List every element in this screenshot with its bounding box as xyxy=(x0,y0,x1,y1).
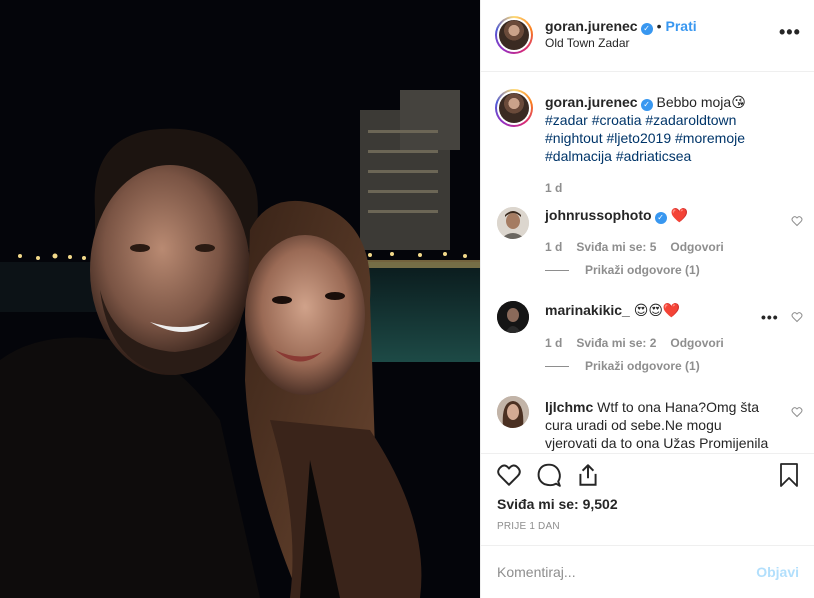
comment-likes[interactable]: Sviđa mi se: 2 xyxy=(576,336,656,350)
post-header: goran.jurenec ✓ • Prati Old Town Zadar ••• xyxy=(481,0,814,72)
location-link[interactable]: Old Town Zadar xyxy=(545,36,630,50)
separator-dot: • xyxy=(656,18,662,34)
like-heart-icon[interactable] xyxy=(496,462,522,488)
reply-button[interactable]: Odgovori xyxy=(670,336,723,350)
save-bookmark-icon[interactable] xyxy=(777,462,801,488)
verified-badge-icon: ✓ xyxy=(640,99,653,111)
like-comment-heart-icon[interactable] xyxy=(791,311,803,323)
comment-meta: 1 d Sviđa mi se: 2 Odgovori xyxy=(545,336,738,350)
comment-username[interactable]: marinakikic_ xyxy=(545,302,630,318)
comment-text: Wtf to ona Hana?Omg šta xyxy=(597,399,759,415)
post-date: PRIJE 1 DAN xyxy=(497,521,560,532)
comment-meta: 1 d Sviđa mi se: 5 Odgovori xyxy=(545,240,738,254)
verified-badge-icon: ✓ xyxy=(654,212,667,224)
comment-options-icon[interactable]: ••• xyxy=(761,309,779,325)
caption-username[interactable]: goran.jurenec xyxy=(545,94,638,110)
verified-badge-icon: ✓ xyxy=(640,23,653,35)
comment-bubble-icon[interactable] xyxy=(536,462,562,488)
caption-time: 1 d xyxy=(545,181,563,195)
author-username[interactable]: goran.jurenec xyxy=(545,18,638,34)
comment-text: ❤️ xyxy=(670,207,688,223)
hashtags-line[interactable]: #dalmacija #adriaticsea xyxy=(545,147,805,165)
hashtags-line[interactable]: #zadar #croatia #zadaroldtown xyxy=(545,111,805,129)
comment: ljlchmc Wtf to ona Hana?Omg šta cura ura… xyxy=(545,398,785,452)
like-comment-heart-icon[interactable] xyxy=(791,406,803,418)
comment-username[interactable]: johnrussophoto xyxy=(545,207,652,223)
comments-section[interactable]: goran.jurenec ✓ Bebbo moja😘 #zadar #croat… xyxy=(481,73,814,453)
caption: goran.jurenec ✓ Bebbo moja😘 #zadar #croat… xyxy=(545,93,805,165)
comment-avatar[interactable] xyxy=(497,207,529,239)
comment-text: 😍😍❤️ xyxy=(633,302,681,318)
comment-time: 1 d xyxy=(545,336,563,350)
view-replies-button[interactable]: Prikaži odgovore (1) xyxy=(545,359,700,373)
comment-input[interactable]: Komentiraj... xyxy=(497,564,576,580)
comment-avatar[interactable] xyxy=(497,301,529,333)
avatar-image xyxy=(497,396,529,428)
share-icon[interactable] xyxy=(575,462,601,488)
like-comment-heart-icon[interactable] xyxy=(791,215,803,227)
comment-avatar[interactable] xyxy=(497,396,529,428)
hashtags-line[interactable]: #nightout #ljeto2019 #moremoje xyxy=(545,129,805,147)
more-options-icon[interactable]: ••• xyxy=(779,22,801,43)
likes-count[interactable]: Sviđa mi se: 9,502 xyxy=(497,496,618,512)
avatar-image xyxy=(497,207,529,239)
post-photo[interactable] xyxy=(0,0,480,598)
caption-text: Bebbo moja😘 xyxy=(656,94,746,110)
comment-username[interactable]: ljlchmc xyxy=(545,399,593,415)
comment-text: vjerovati da to ona Užas Promijenila xyxy=(545,435,769,451)
post-actions: Sviđa mi se: 9,502 PRIJE 1 DAN xyxy=(481,453,814,545)
follow-button[interactable]: Prati xyxy=(666,18,697,34)
post-comment-button[interactable]: Objavi xyxy=(756,564,799,580)
reply-button[interactable]: Odgovori xyxy=(670,240,723,254)
comment: johnrussophoto ✓ ❤️ xyxy=(545,206,785,224)
comment-composer: Komentiraj... Objavi xyxy=(481,545,814,598)
caption-avatar[interactable] xyxy=(495,89,533,127)
author-avatar[interactable] xyxy=(495,16,533,54)
view-replies-button[interactable]: Prikaži odgovore (1) xyxy=(545,263,700,277)
comment-likes[interactable]: Sviđa mi se: 5 xyxy=(576,240,656,254)
avatar-image xyxy=(497,301,529,333)
post-panel: goran.jurenec ✓ • Prati Old Town Zadar ••• … xyxy=(480,0,814,598)
comment: marinakikic_ 😍😍❤️ xyxy=(545,301,785,319)
selfie-photo xyxy=(0,0,480,598)
author-line: goran.jurenec ✓ • Prati xyxy=(545,18,697,35)
comment-time: 1 d xyxy=(545,240,563,254)
comment-text: cura uradi od sebe.Ne mogu xyxy=(545,417,722,433)
